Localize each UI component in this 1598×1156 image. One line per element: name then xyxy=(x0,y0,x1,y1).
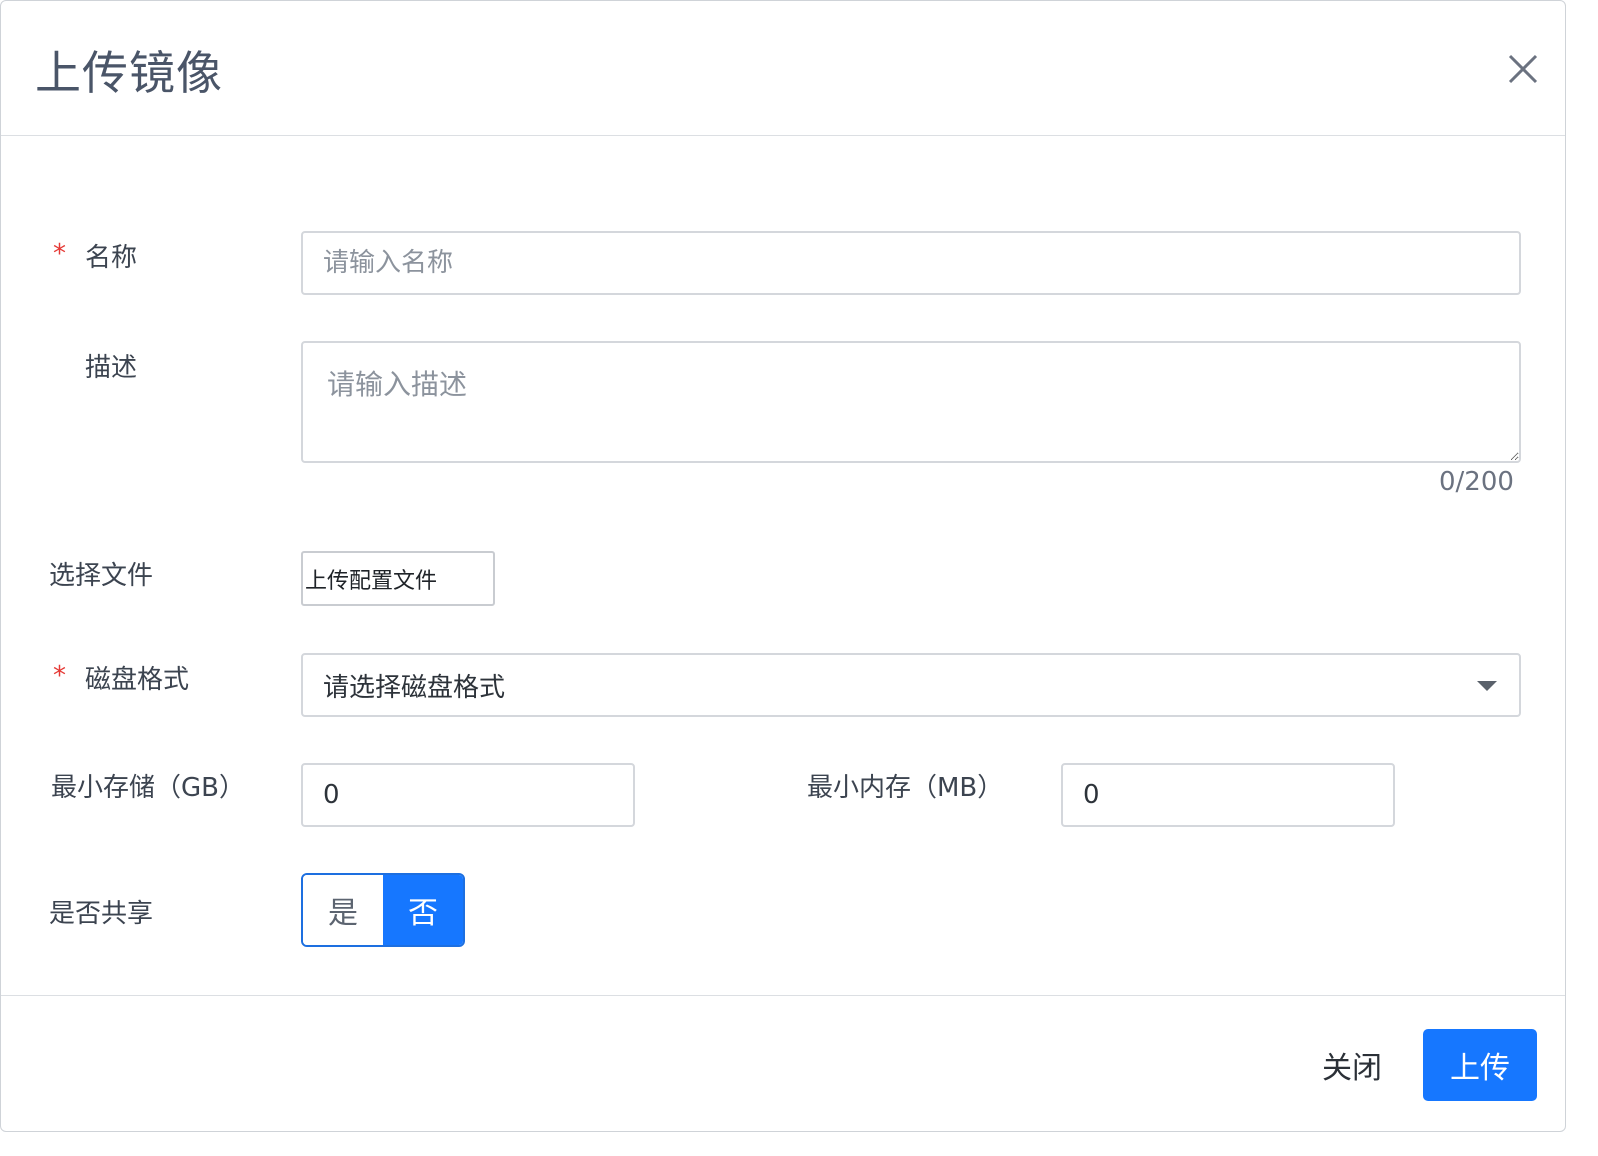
upload-config-file-label: 上传配置文件 xyxy=(305,568,438,594)
footer-divider xyxy=(1,995,1565,996)
shared-toggle-group: 是 否 xyxy=(301,873,465,947)
required-mark-disk-format: * xyxy=(53,661,66,691)
upload-config-file-button[interactable]: 上传配置文件 xyxy=(301,551,495,606)
min-storage-input[interactable] xyxy=(301,763,635,827)
required-mark-name: * xyxy=(53,239,66,269)
dialog-title: 上传镜像 xyxy=(35,46,223,100)
description-textarea[interactable] xyxy=(301,341,1521,463)
name-label: 名称 xyxy=(85,243,138,273)
shared-option-yes[interactable]: 是 xyxy=(303,875,383,945)
description-counter: 0/200 xyxy=(1439,467,1514,497)
disk-format-label: 磁盘格式 xyxy=(85,665,190,695)
disk-format-select[interactable]: 请选择磁盘格式 xyxy=(301,653,1521,717)
min-storage-label: 最小存储（GB） xyxy=(51,773,245,803)
disk-format-selected: 请选择磁盘格式 xyxy=(323,672,506,703)
min-memory-label: 最小内存（MB） xyxy=(807,773,1004,803)
file-label: 选择文件 xyxy=(49,561,154,591)
chevron-down-icon xyxy=(1477,681,1497,691)
shared-option-no[interactable]: 否 xyxy=(383,875,463,945)
dialog-header: 上传镜像 xyxy=(1,1,1565,136)
close-button[interactable]: 关闭 xyxy=(1297,1029,1407,1101)
shared-label: 是否共享 xyxy=(49,899,154,929)
min-memory-input[interactable] xyxy=(1061,763,1395,827)
upload-button[interactable]: 上传 xyxy=(1423,1029,1537,1101)
upload-image-dialog: 上传镜像 * 名称 描述 0/200 选择文件 上传配置文件 * 磁盘格式 请选… xyxy=(0,0,1566,1132)
description-label: 描述 xyxy=(85,353,138,383)
close-icon[interactable] xyxy=(1501,47,1545,91)
name-input[interactable] xyxy=(301,231,1521,295)
